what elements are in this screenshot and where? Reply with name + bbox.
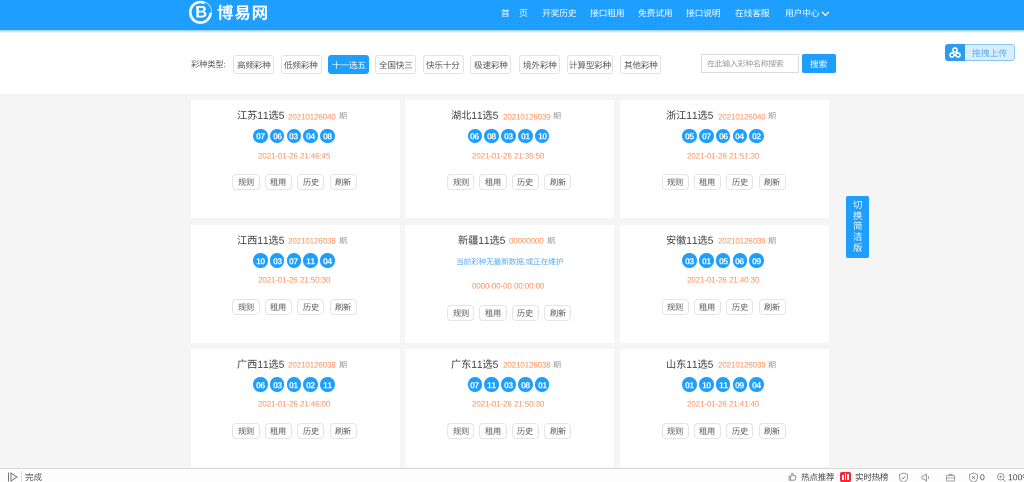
svg-text:B: B — [195, 4, 207, 22]
